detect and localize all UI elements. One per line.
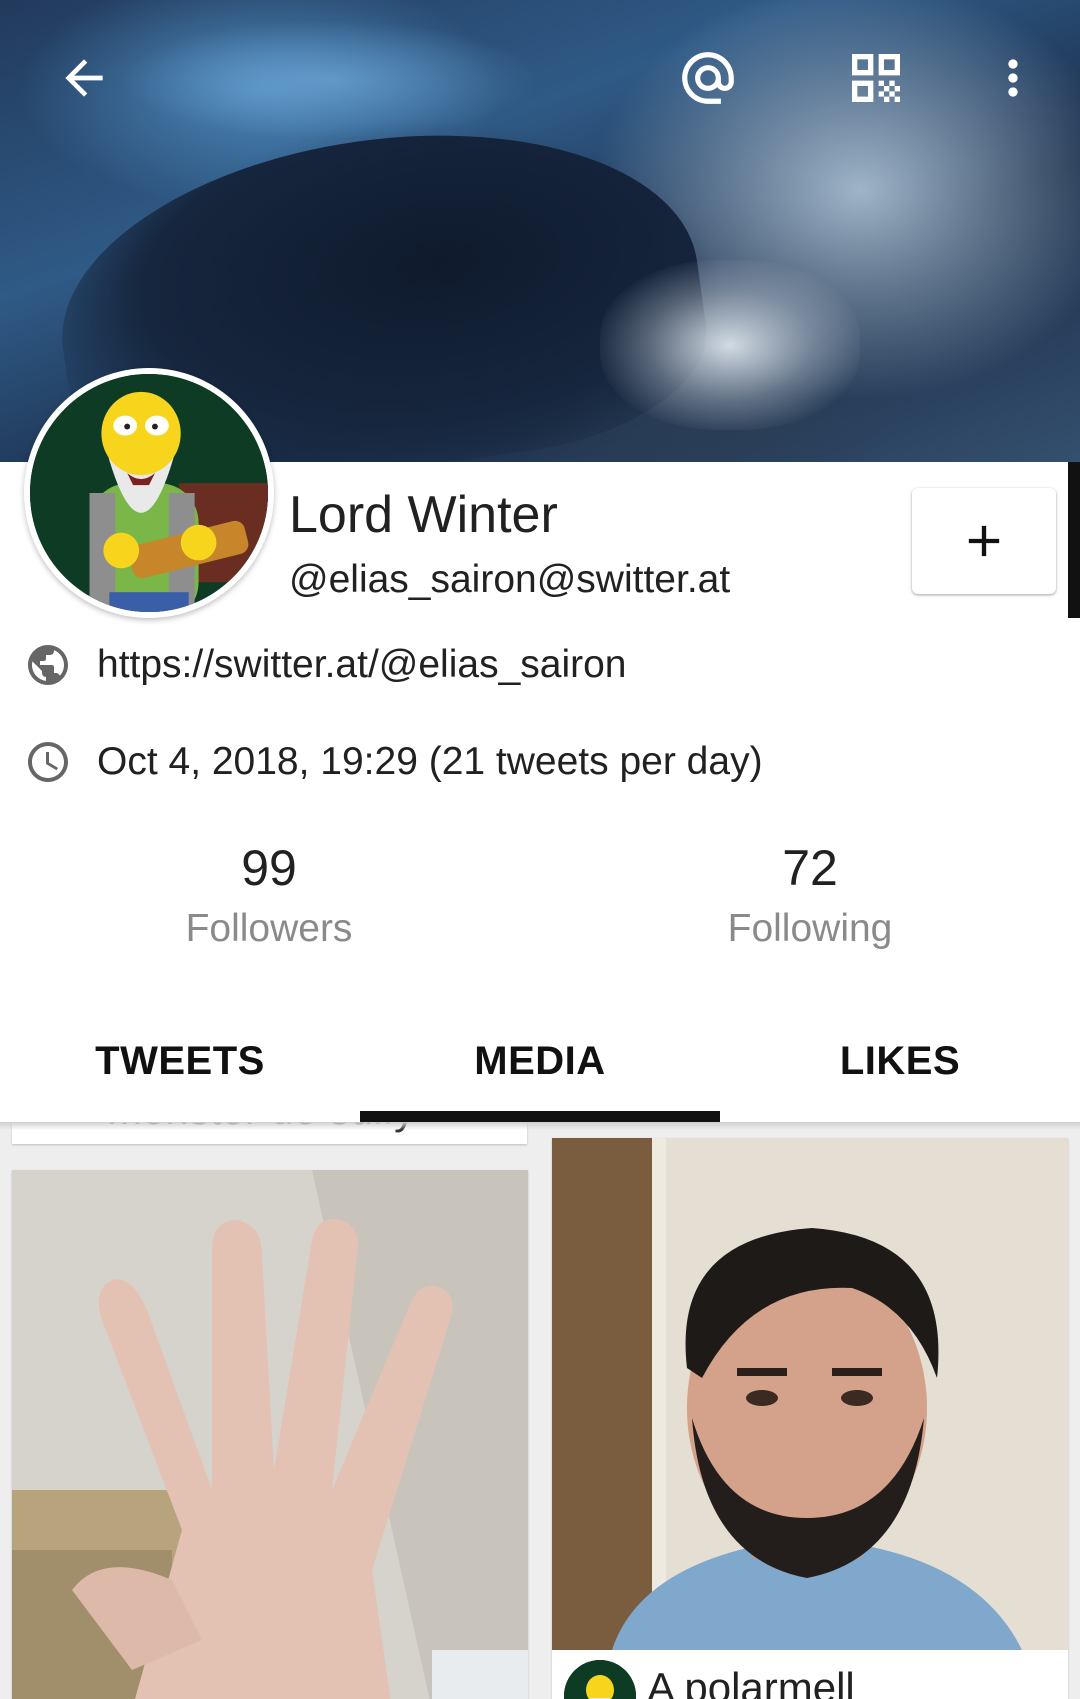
arrow-back-icon [65,59,103,97]
tab-tweets[interactable]: TWEETS [0,1000,360,1122]
following-label: Following [727,907,893,950]
profile-avatar[interactable] [24,368,274,618]
followers-stat[interactable]: 99 Followers [119,838,419,954]
avatar-image [30,374,268,612]
followers-count: 99 [241,840,297,896]
at-icon [682,52,734,104]
joined-date: Oct 4, 2018, 19:29 (21 tweets per day) [97,740,763,783]
scroll-edge-indicator [1068,462,1080,618]
qr-code-icon [852,54,900,102]
tabs-shadow [0,1122,1080,1130]
banner-light-region [600,260,860,430]
author-avatar-image [564,1660,636,1699]
joined-row: Oct 4, 2018, 19:29 (21 tweets per day) [24,738,763,786]
user-handle: @elias_sairon@switter.at [289,558,731,601]
following-stat[interactable]: 72 Following [660,838,960,954]
media-card-face[interactable]: A polarmell [552,1138,1068,1699]
plus-icon [968,525,1000,557]
media-card-caption: A polarmell [647,1664,855,1699]
following-count: 72 [782,840,838,896]
media-card-hand[interactable] [12,1170,528,1699]
website-link[interactable]: https://switter.at/@elias_sairon [97,643,627,687]
media-image-face [552,1138,1068,1650]
tab-likes[interactable]: LIKES [720,1000,1080,1122]
overflow-menu-button[interactable] [973,38,1053,118]
media-grid[interactable]: monster de sulfy [0,1122,1080,1699]
display-name: Lord Winter [289,486,558,544]
website-row[interactable]: https://switter.at/@elias_sairon [24,641,627,689]
follow-button[interactable] [912,488,1056,594]
followers-label: Followers [185,907,353,950]
clock-icon [28,742,68,782]
profile-tabs: TWEETS MEDIA LIKES [0,1000,1080,1122]
back-button[interactable] [44,38,124,118]
globe-icon [28,645,68,685]
tab-media[interactable]: MEDIA [360,1000,720,1122]
mention-button[interactable] [668,38,748,118]
media-image-hand [12,1170,528,1699]
qr-code-button[interactable] [836,38,916,118]
more-vert-icon [1008,59,1018,97]
media-card-author-avatar[interactable] [564,1660,636,1699]
banner-highlight [120,20,540,140]
tab-selected-indicator [360,1111,720,1122]
